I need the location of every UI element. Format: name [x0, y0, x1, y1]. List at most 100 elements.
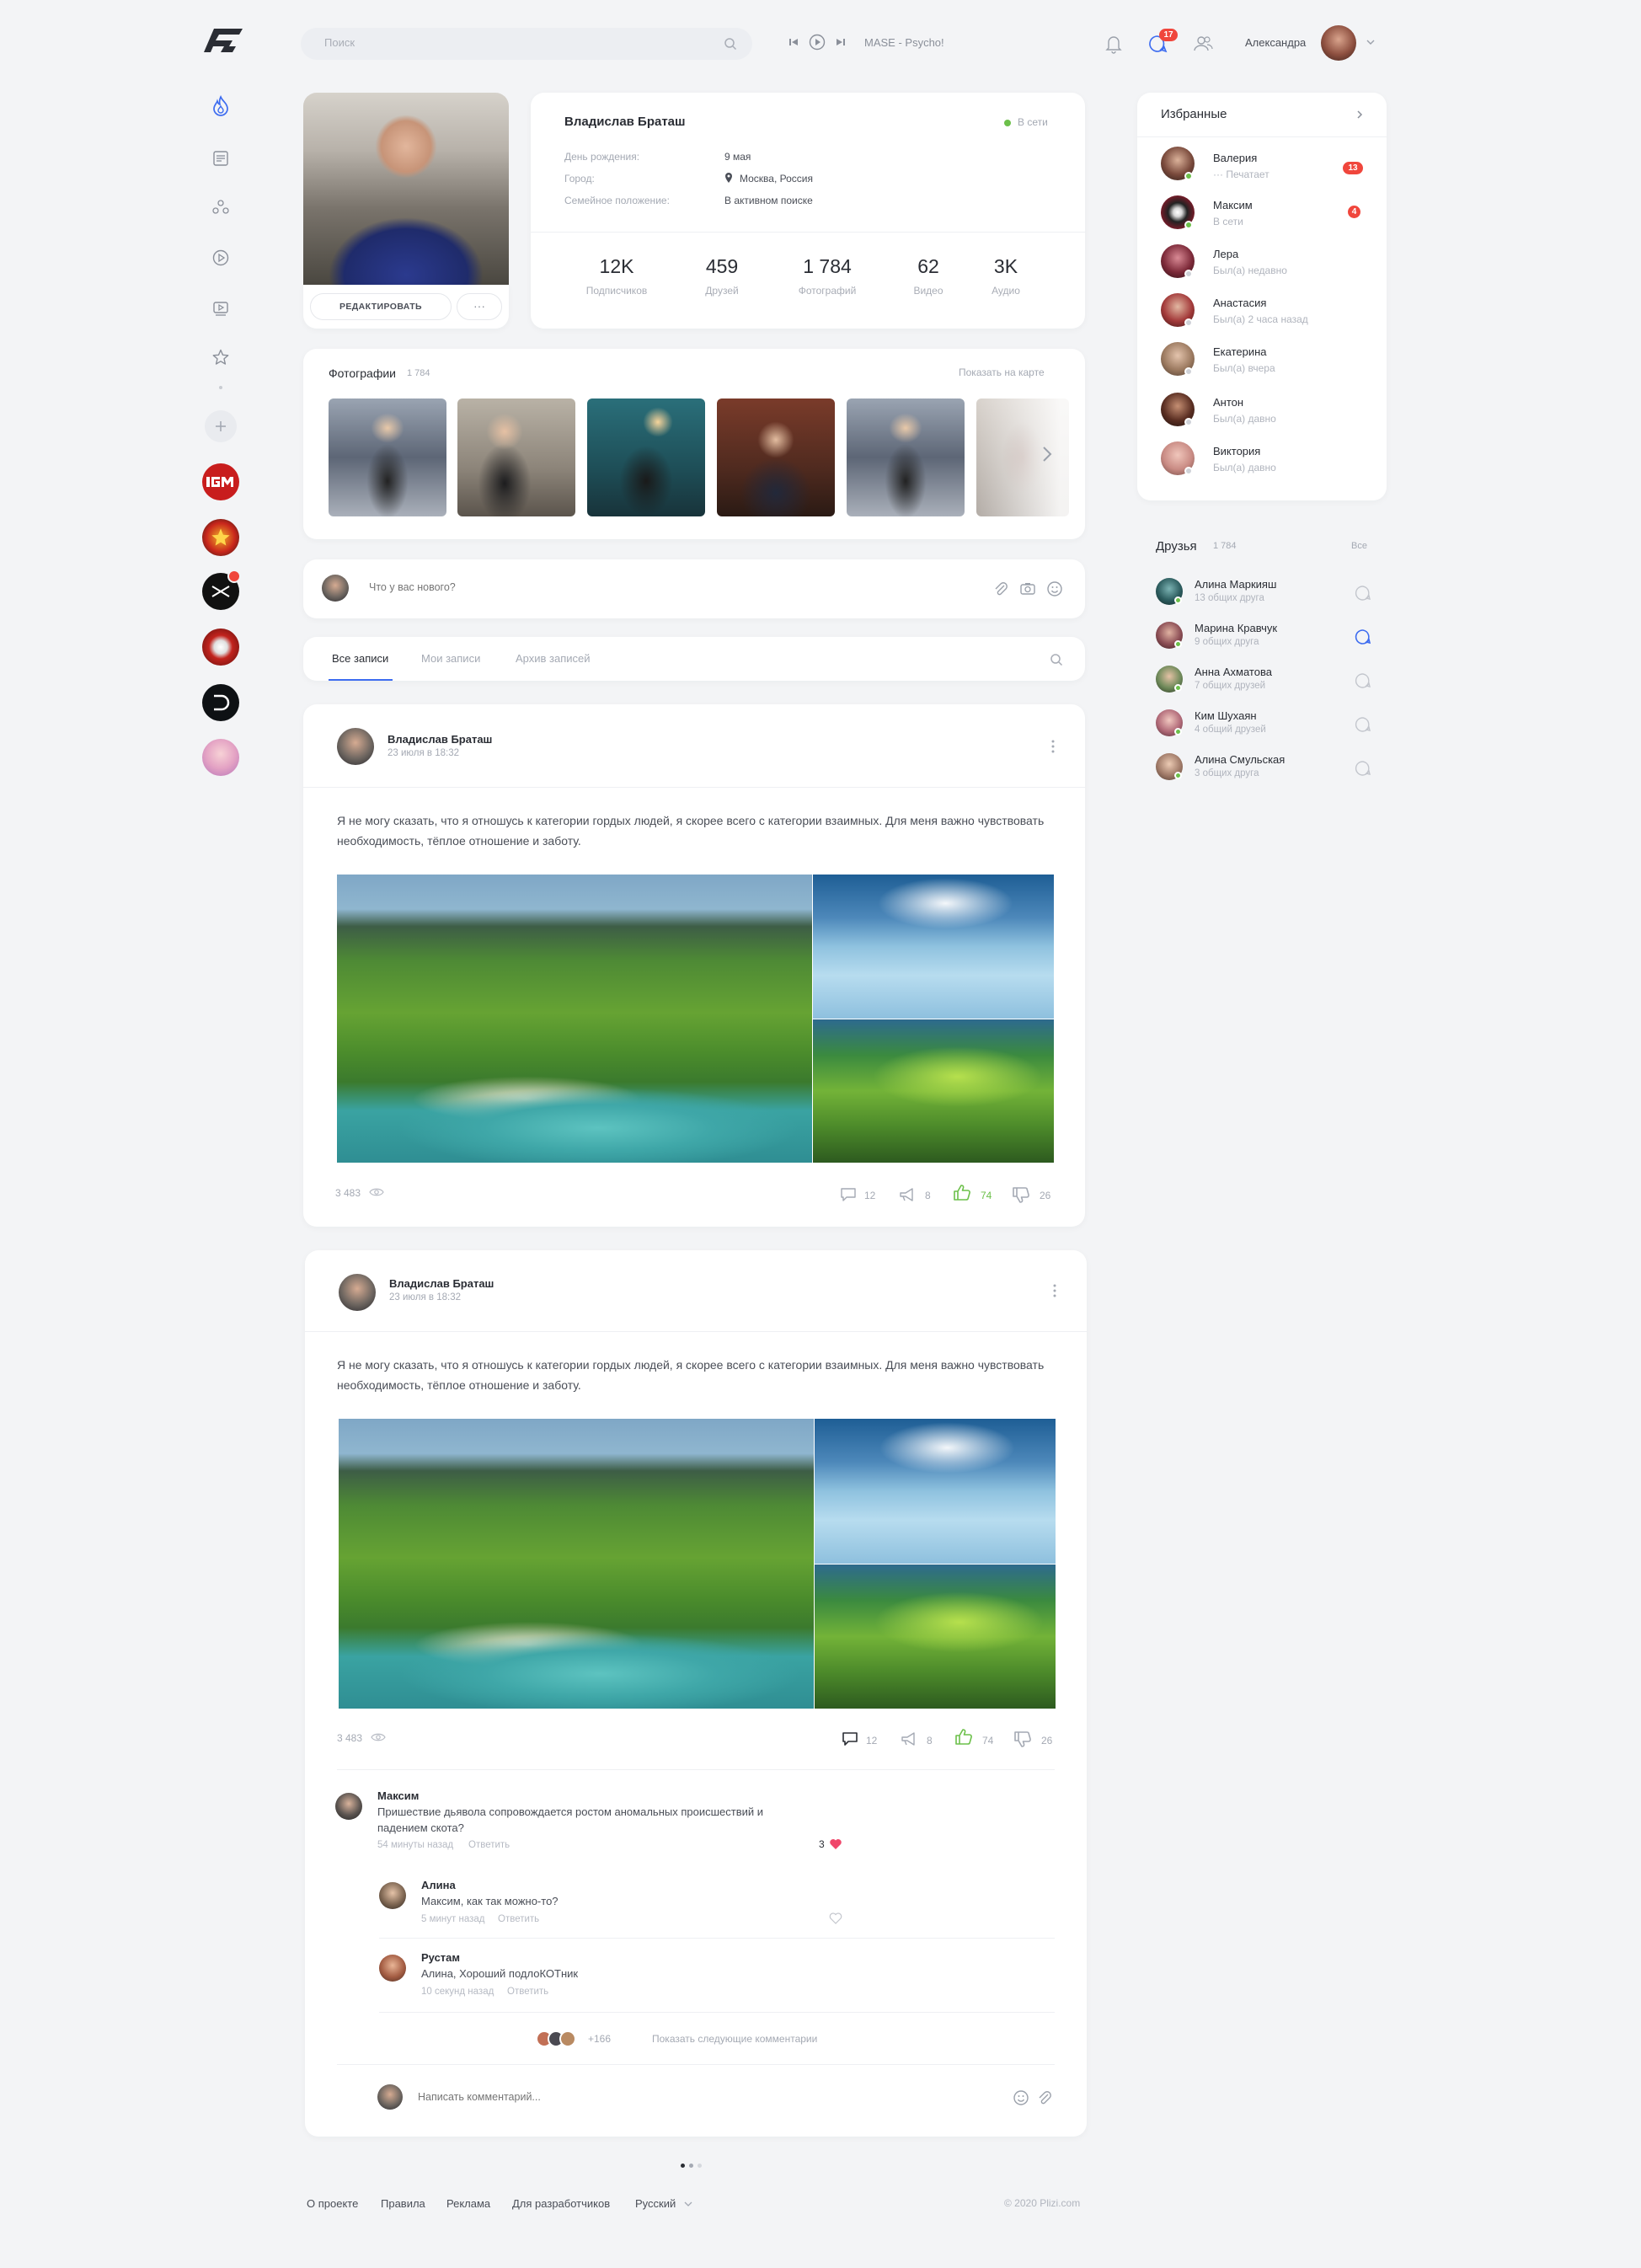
- photo-thumb[interactable]: [587, 399, 705, 516]
- repost-button[interactable]: [900, 1730, 918, 1747]
- search-icon[interactable]: [724, 37, 737, 51]
- community-d[interactable]: [202, 684, 239, 721]
- photo-thumb[interactable]: [717, 399, 835, 516]
- comment-button[interactable]: [841, 1730, 859, 1747]
- footer-developers-link[interactable]: Для разработчиков: [512, 2197, 610, 2210]
- favorite-name[interactable]: Лера: [1213, 248, 1238, 260]
- attach-button[interactable]: [992, 580, 1009, 597]
- show-more-comments-link[interactable]: Показать следующие комментарии: [652, 2033, 817, 2045]
- favorite-name[interactable]: Анастасия: [1213, 297, 1266, 309]
- stat-audio-value[interactable]: 3K: [955, 255, 1056, 278]
- footer-rules-link[interactable]: Правила: [381, 2197, 425, 2210]
- photos-next-button[interactable]: [1041, 445, 1053, 463]
- like-button[interactable]: [954, 1727, 974, 1746]
- comment-emoji-button[interactable]: [1013, 2089, 1029, 2106]
- add-community-button[interactable]: [205, 410, 237, 442]
- comment-reply-link[interactable]: Ответить: [498, 1914, 539, 1924]
- city-value[interactable]: Москва, Россия: [740, 173, 813, 185]
- post-image-top[interactable]: [815, 1419, 1056, 1564]
- community-star[interactable]: [202, 519, 239, 556]
- community-bulls[interactable]: [202, 629, 239, 666]
- post-image-main[interactable]: [339, 1419, 814, 1709]
- like-button[interactable]: [952, 1183, 972, 1201]
- pagination-dot-active[interactable]: [681, 2164, 685, 2168]
- current-user-avatar[interactable]: [1321, 25, 1356, 61]
- pagination-dot[interactable]: [689, 2164, 693, 2168]
- edit-profile-button[interactable]: РЕДАКТИРОВАТЬ: [310, 293, 452, 320]
- player-next-button[interactable]: [836, 37, 846, 47]
- post-image-bottom[interactable]: [813, 1019, 1054, 1163]
- player-track-title[interactable]: MASE - Psycho!: [864, 36, 944, 49]
- photo-thumb[interactable]: [329, 399, 446, 516]
- search-bar[interactable]: [301, 28, 752, 60]
- friend-name[interactable]: Алина Маркияш: [1195, 578, 1276, 591]
- footer-about-link[interactable]: О проекте: [307, 2197, 358, 2210]
- friend-message-button[interactable]: [1355, 629, 1371, 645]
- comment-reply-link[interactable]: Ответить: [468, 1840, 510, 1850]
- sidebar-favorites[interactable]: [207, 344, 234, 371]
- tab-all-posts[interactable]: Все записи: [332, 652, 388, 665]
- friend-name[interactable]: Ким Шухаян: [1195, 709, 1257, 722]
- player-prev-button[interactable]: [788, 37, 799, 47]
- pagination-dot[interactable]: [698, 2164, 702, 2168]
- post-author-name[interactable]: Владислав Браташ: [388, 733, 492, 746]
- repost-button[interactable]: [898, 1186, 917, 1203]
- comment-author[interactable]: Максим: [377, 1789, 419, 1802]
- favorite-name[interactable]: Виктория: [1213, 445, 1260, 457]
- camera-button[interactable]: [1019, 580, 1036, 597]
- post-menu-button[interactable]: [1051, 1282, 1058, 1299]
- post-author-name[interactable]: Владислав Браташ: [389, 1277, 494, 1290]
- friends-all-link[interactable]: Все: [1351, 541, 1367, 551]
- comment-avatar[interactable]: [379, 1882, 406, 1909]
- player-play-button[interactable]: [809, 34, 826, 51]
- logo[interactable]: [199, 24, 246, 57]
- sidebar-video[interactable]: [207, 295, 234, 322]
- friend-name[interactable]: Алина Смульская: [1195, 753, 1285, 766]
- post-author-avatar[interactable]: [337, 728, 374, 765]
- post-image-bottom[interactable]: [815, 1565, 1056, 1709]
- tab-archive[interactable]: Архив записей: [516, 652, 591, 665]
- friends-title[interactable]: Друзья: [1156, 539, 1197, 554]
- community-xs[interactable]: [202, 570, 241, 610]
- post-image-top[interactable]: [813, 875, 1054, 1019]
- sidebar-feed[interactable]: [207, 93, 234, 120]
- comment-like-button[interactable]: [829, 1912, 842, 1924]
- friend-message-button[interactable]: [1355, 672, 1371, 689]
- post-author-avatar[interactable]: [339, 1274, 376, 1311]
- search-input[interactable]: [324, 36, 695, 49]
- dislike-button[interactable]: [1011, 1186, 1031, 1205]
- photo-thumb[interactable]: [457, 399, 575, 516]
- sidebar-music[interactable]: [207, 244, 234, 271]
- friend-message-button[interactable]: [1355, 585, 1371, 602]
- friend-name[interactable]: Марина Кравчук: [1195, 622, 1277, 634]
- favorite-name[interactable]: Антон: [1213, 396, 1243, 409]
- comment-author[interactable]: Рустам: [421, 1951, 460, 1964]
- composer-input[interactable]: [369, 581, 942, 593]
- dislike-button[interactable]: [1013, 1730, 1033, 1749]
- comment-button[interactable]: [839, 1186, 858, 1203]
- favorite-name[interactable]: Валерия: [1213, 152, 1257, 164]
- comment-like-button[interactable]: [829, 1838, 842, 1850]
- messages-button[interactable]: 17: [1146, 29, 1178, 56]
- user-menu-chevron[interactable]: [1366, 39, 1375, 45]
- show-on-map-link[interactable]: Показать на карте: [959, 366, 1045, 378]
- photo-thumb[interactable]: [847, 399, 965, 516]
- comment-author[interactable]: Алина: [421, 1879, 456, 1891]
- favorites-open-button[interactable]: [1356, 110, 1363, 120]
- sidebar-news[interactable]: [207, 145, 234, 172]
- photo-thumb[interactable]: [976, 399, 1069, 516]
- post-image-main[interactable]: [337, 875, 812, 1163]
- notifications-button[interactable]: [1102, 32, 1125, 56]
- comment-attach-button[interactable]: [1036, 2089, 1053, 2106]
- current-user-name[interactable]: Александра: [1245, 36, 1306, 49]
- favorites-title[interactable]: Избранные: [1161, 107, 1227, 121]
- community-girl[interactable]: [202, 739, 239, 776]
- footer-language-select[interactable]: Русский: [635, 2197, 676, 2210]
- language-chevron[interactable]: [684, 2201, 692, 2207]
- comment-input[interactable]: [418, 2091, 991, 2103]
- comment-avatar[interactable]: [335, 1793, 362, 1820]
- friend-message-button[interactable]: [1355, 716, 1371, 733]
- friend-message-button[interactable]: [1355, 760, 1371, 777]
- favorite-name[interactable]: Екатерина: [1213, 345, 1267, 358]
- post-menu-button[interactable]: [1050, 738, 1056, 755]
